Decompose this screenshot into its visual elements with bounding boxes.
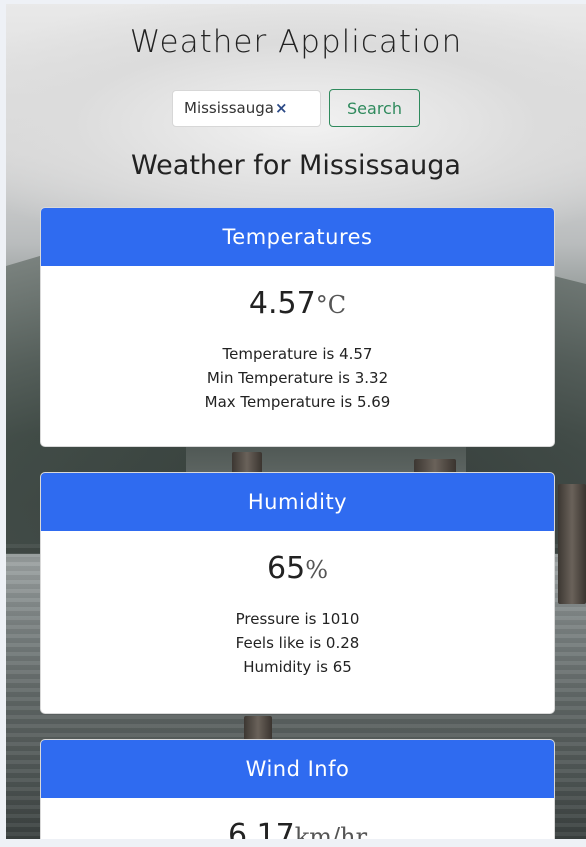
temperatures-card: Temperatures 4.57°C Temperature is 4.57 … [40,207,555,447]
temperature-line: Temperature is 4.57 [222,345,373,363]
search-bar: Mississauga × Search [6,88,586,128]
temperature-value: 4.57°C [41,286,554,330]
clear-icon[interactable]: × [275,99,288,117]
temperature-details: Temperature is 4.57 Min Temperature is 3… [41,342,554,414]
min-temperature-line: Min Temperature is 3.32 [206,369,389,387]
card-title: Wind Info [41,740,554,798]
humidity-line: Humidity is 65 [243,658,352,676]
wind-value: 6.17km/hr [41,818,554,839]
humidity-number: 65 [267,551,306,586]
humidity-unit: % [305,556,328,584]
humidity-value: 65% [41,551,554,595]
search-input-value: Mississauga [184,99,274,117]
app-title: Weather Application [129,24,463,60]
app-content: Weather Application Mississauga × Search… [6,4,586,190]
feels-like-line: Feels like is 0.28 [235,634,360,652]
card-title: Temperatures [41,208,554,266]
wind-card: Wind Info 6.17km/hr [40,739,555,839]
humidity-details: Pressure is 1010 Feels like is 0.28 Humi… [41,607,554,679]
background-scene: Weather Application Mississauga × Search… [6,4,586,839]
wind-unit: km/hr [294,823,368,839]
wind-number: 6.17 [227,818,295,839]
max-temperature-line: Max Temperature is 5.69 [204,393,391,411]
humidity-card: Humidity 65% Pressure is 1010 Feels like… [40,472,555,714]
pressure-line: Pressure is 1010 [235,610,360,628]
search-button[interactable]: Search [329,89,420,127]
weather-heading: Weather for Mississauga [131,150,461,181]
temperature-number: 4.57 [248,286,316,321]
temperature-unit: °C [315,291,347,319]
card-title: Humidity [41,473,554,531]
background-post [558,484,586,604]
search-input[interactable]: Mississauga × [172,89,321,127]
